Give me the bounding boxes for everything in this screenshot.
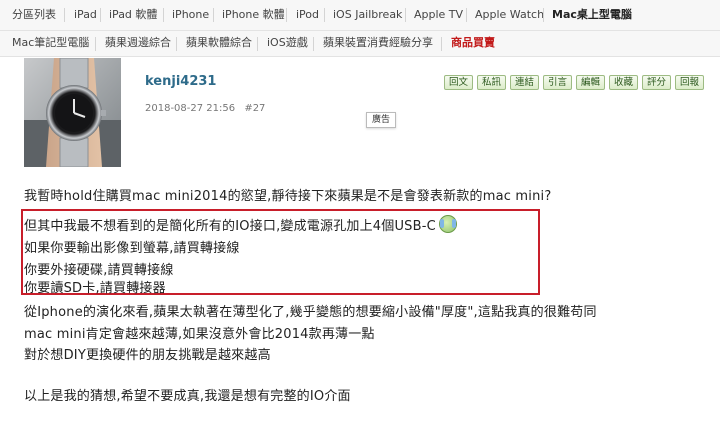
post-line-text: 但其中我最不想看到的是簡化所有的IO接口,變成電源孔加上4個USB-C xyxy=(24,219,436,234)
nav-divider xyxy=(257,37,258,51)
nav-marketplace[interactable]: 商品買賣 xyxy=(451,31,495,55)
post-line: 你要外接硬碟,請買轉接線 xyxy=(24,263,174,278)
ad-button[interactable]: 廣告 xyxy=(366,112,396,128)
nav-ipod[interactable]: iPod xyxy=(296,0,319,30)
nav-divider xyxy=(324,8,325,22)
post-line: mac mini肯定會越來越薄,如果沒意外會比2014款再薄一點 xyxy=(24,327,375,342)
nav-iphone[interactable]: iPhone xyxy=(172,0,209,30)
post-meta: 2018-08-27 21:56 #27 xyxy=(145,103,271,114)
primary-nav: 分區列表 iPad iPad 軟體 iPhone iPhone 軟體 iPod … xyxy=(0,0,720,31)
nav-divider xyxy=(405,8,406,22)
private-message-button[interactable]: 私訊 xyxy=(477,75,506,90)
nav-mac-notebook[interactable]: Mac筆記型電腦 xyxy=(12,31,89,55)
nav-divider xyxy=(100,8,101,22)
nav-divider xyxy=(95,37,96,51)
post-date: 2018-08-27 21:56 xyxy=(145,103,236,114)
nav-divider xyxy=(441,37,442,51)
nav-forum-list[interactable]: 分區列表 xyxy=(12,0,56,30)
nav-ipad[interactable]: iPad xyxy=(74,0,97,30)
post-line: 但其中我最不想看到的是簡化所有的IO接口,變成電源孔加上4個USB-C xyxy=(24,215,457,234)
nav-divider xyxy=(466,8,467,22)
reply-button[interactable]: 回文 xyxy=(444,75,473,90)
edit-button[interactable]: 編輯 xyxy=(576,75,605,90)
post-line: 從Iphone的演化來看,蘋果太執著在薄型化了,幾乎變態的想要縮小設備"厚度",… xyxy=(24,305,597,320)
nav-ios-jailbreak[interactable]: iOS Jailbreak xyxy=(333,0,402,30)
rate-button[interactable]: 評分 xyxy=(642,75,671,90)
nav-ios-games[interactable]: iOS遊戲 xyxy=(267,31,308,55)
nav-apple-watch[interactable]: Apple Watch xyxy=(475,0,544,30)
report-button[interactable]: 回報 xyxy=(675,75,704,90)
avatar-watch-image xyxy=(24,58,121,167)
nav-divider xyxy=(286,8,287,22)
favorite-button[interactable]: 收藏 xyxy=(609,75,638,90)
nav-apple-peripherals[interactable]: 蘋果週邊綜合 xyxy=(105,31,171,55)
quote-button[interactable]: 引言 xyxy=(543,75,572,90)
secondary-nav: Mac筆記型電腦 蘋果週邊綜合 蘋果軟體綜合 iOS遊戲 蘋果裝置消費經驗分享 … xyxy=(0,31,720,57)
nav-divider xyxy=(176,37,177,51)
post-line: 對於想DIY更換硬件的朋友挑戰是越來越高 xyxy=(24,348,271,363)
nav-iphone-software[interactable]: iPhone 軟體 xyxy=(222,0,285,30)
post-username[interactable]: kenji4231 xyxy=(145,74,216,89)
link-button[interactable]: 連結 xyxy=(510,75,539,90)
nav-apple-software[interactable]: 蘋果軟體綜合 xyxy=(186,31,252,55)
post-line: 以上是我的猜想,希望不要成真,我還是想有完整的IO介面 xyxy=(24,389,351,404)
nav-divider xyxy=(543,8,544,22)
post-line: 如果你要輸出影像到螢幕,請買轉接線 xyxy=(24,241,240,256)
nav-divider xyxy=(313,37,314,51)
nav-divider xyxy=(213,8,214,22)
crying-emoji-icon xyxy=(438,215,457,233)
nav-ipad-software[interactable]: iPad 軟體 xyxy=(109,0,157,30)
post-line: 你要讀SD卡,請買轉接器 xyxy=(24,281,166,296)
post-floor-number[interactable]: #27 xyxy=(244,103,265,114)
avatar[interactable] xyxy=(24,58,121,167)
nav-consumer-experience[interactable]: 蘋果裝置消費經驗分享 xyxy=(323,31,433,55)
nav-apple-tv[interactable]: Apple TV xyxy=(414,0,463,30)
nav-mac-desktop[interactable]: Mac桌上型電腦 xyxy=(552,0,632,30)
nav-divider xyxy=(163,8,164,22)
post-line: 我暫時hold住購買mac mini2014的慾望,靜待接下來蘋果是不是會發表新… xyxy=(24,189,552,204)
nav-divider xyxy=(64,8,65,22)
